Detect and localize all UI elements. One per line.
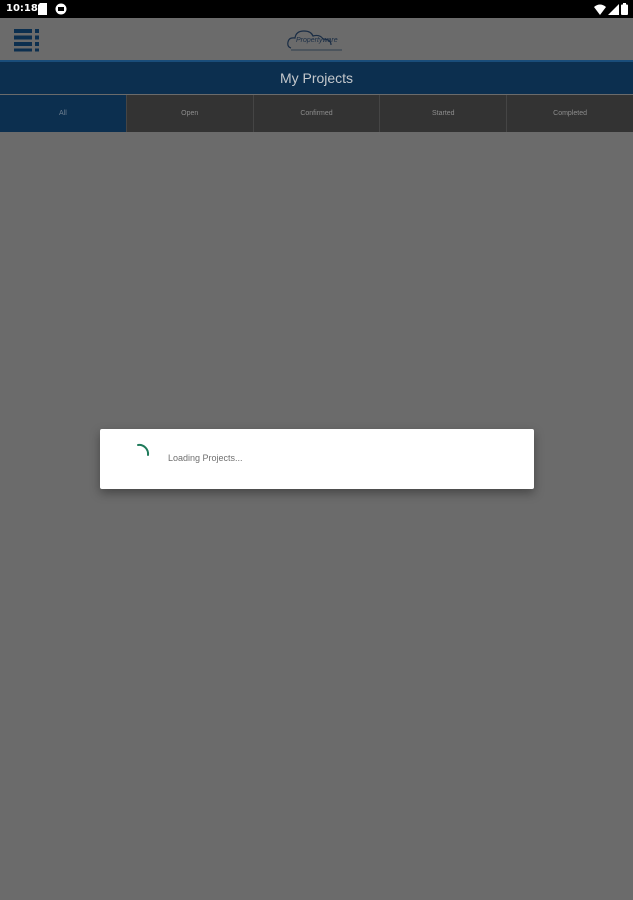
sim-card-icon [38, 3, 47, 15]
propertyware-logo: Propertyware [287, 28, 347, 54]
app-notification-icon [55, 3, 67, 15]
loading-message: Loading Projects... [168, 453, 243, 463]
tab-open[interactable]: Open [126, 95, 254, 132]
page-title: My Projects [0, 60, 633, 94]
status-bar: 10:18 [0, 0, 633, 18]
tab-completed[interactable]: Completed [507, 95, 633, 132]
project-status-tabs: All Open Confirmed Started Completed [0, 95, 633, 132]
wifi-icon [594, 4, 606, 15]
tab-all[interactable]: All [0, 95, 127, 132]
signal-icon [608, 3, 619, 15]
status-time: 10:18 [6, 3, 38, 14]
tab-started[interactable]: Started [380, 95, 508, 132]
status-right-icons [594, 3, 628, 15]
menu-grid-icon [14, 29, 39, 52]
loading-dialog: Loading Projects... [100, 429, 534, 489]
battery-icon [621, 3, 628, 15]
app-bar: Propertyware [0, 18, 633, 60]
tab-confirmed[interactable]: Confirmed [253, 95, 381, 132]
menu-button[interactable] [14, 28, 40, 52]
loading-spinner-icon [137, 443, 150, 456]
logo-text: Propertyware [296, 37, 338, 44]
